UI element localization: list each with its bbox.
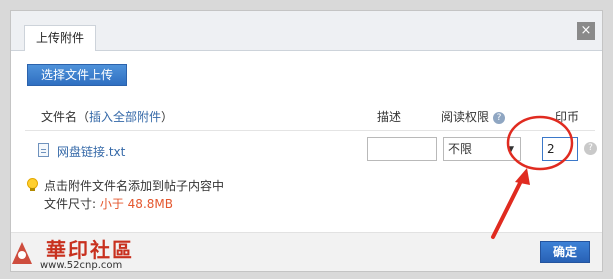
description-input[interactable] <box>367 137 437 161</box>
select-file-upload-button[interactable]: 选择文件上传 <box>27 64 127 86</box>
file-size-label: 文件尺寸: <box>44 197 100 211</box>
tab-upload-attachment[interactable]: 上传附件 <box>24 25 96 51</box>
dropdown-arrow-icon: ▼ <box>507 145 514 155</box>
site-watermark: 華印社區 www.52cnp.com <box>2 232 162 277</box>
watermark-url: www.52cnp.com <box>40 260 123 271</box>
header-price: 印币 <box>555 110 580 124</box>
header-file-name: 文件名（插入全部附件） <box>41 108 173 125</box>
tab-bar: 上传附件 × <box>11 11 602 51</box>
file-size-info: 文件尺寸: 小于 48.8MB <box>44 195 173 212</box>
read-permission-value: 不限 <box>448 142 473 156</box>
lightbulb-icon <box>27 178 38 191</box>
price-input[interactable]: 2 <box>542 137 578 161</box>
header-file-suffix: ） <box>161 110 174 124</box>
confirm-button[interactable]: 确定 <box>540 241 590 263</box>
attachment-file-name-link[interactable]: 网盘链接.txt <box>57 143 125 160</box>
read-permission-select[interactable]: 不限 ▼ <box>443 137 521 161</box>
text-file-icon <box>38 143 49 157</box>
price-help-icon[interactable]: ? <box>584 142 597 155</box>
attachment-row: 网盘链接.txt 不限 ▼ 2 ? <box>25 130 597 170</box>
watermark-logo-icon <box>12 242 32 264</box>
insert-all-attachments-link[interactable]: 插入全部附件 <box>89 110 161 124</box>
header-permission-label: 阅读权限 <box>441 110 490 124</box>
file-size-value: 小于 48.8MB <box>99 197 173 211</box>
help-icon[interactable]: ? <box>493 112 506 124</box>
attachment-table-header: 文件名（插入全部附件） 描述 阅读权限? 印币 <box>25 104 595 131</box>
header-file-prefix: 文件名（ <box>41 110 90 124</box>
header-description: 描述 <box>377 110 402 124</box>
header-read-permission: 阅读权限? <box>441 108 506 125</box>
watermark-title: 華印社區 <box>46 238 134 262</box>
close-icon[interactable]: × <box>577 22 595 40</box>
tip-text: 点击附件文件名添加到帖子内容中 <box>44 179 225 193</box>
